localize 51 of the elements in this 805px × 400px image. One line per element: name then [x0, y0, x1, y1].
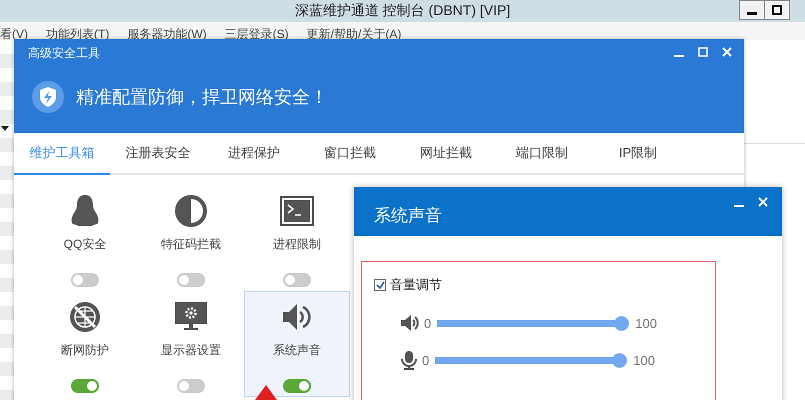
- tool-tile[interactable]: 进程限制: [244, 185, 350, 291]
- penguin-icon: [70, 194, 100, 228]
- slider-min: 0: [422, 352, 430, 368]
- tab[interactable]: 窗口拦截: [302, 133, 398, 175]
- toggle-switch[interactable]: [177, 273, 205, 287]
- tab[interactable]: 端口限制: [494, 133, 590, 175]
- tab[interactable]: IP限制: [590, 133, 686, 175]
- tool-label: 断网防护: [61, 342, 109, 359]
- slider-min: 0: [424, 316, 432, 330]
- tool-tile[interactable]: 断网防护: [32, 291, 138, 397]
- tool-tile[interactable]: 特征码拦截: [138, 185, 244, 291]
- checkbox[interactable]: [374, 279, 386, 291]
- tool-tile[interactable]: 显示器设置: [138, 291, 244, 397]
- microphone-icon: [400, 350, 418, 370]
- tab[interactable]: 进程保护: [206, 133, 302, 175]
- tab[interactable]: 网址拦截: [398, 133, 494, 175]
- toggle-switch[interactable]: [283, 379, 311, 393]
- tool-label: 特征码拦截: [161, 236, 221, 253]
- minimize-button[interactable]: [739, 0, 765, 20]
- tool-label: 进程限制: [273, 236, 321, 253]
- terminal-icon: [280, 196, 314, 226]
- monitor-gear-icon: [174, 301, 208, 333]
- toggle-switch[interactable]: [71, 273, 99, 287]
- maximize-icon: [772, 5, 782, 15]
- dialog-title: 系统声音: [374, 205, 442, 227]
- speaker-icon: [400, 314, 420, 332]
- maximize-icon[interactable]: [698, 47, 708, 57]
- window-title: 深蓝维护通道 控制台 (DBNT) [VIP]: [294, 2, 510, 20]
- tool-label: 显示器设置: [161, 342, 221, 359]
- toggle-switch[interactable]: [283, 273, 311, 287]
- toggle-switch[interactable]: [71, 379, 99, 393]
- toggle-switch[interactable]: [177, 379, 205, 393]
- arrow-annotation: [255, 385, 277, 400]
- slider-max: 100: [633, 352, 655, 368]
- contrast-icon: [174, 194, 208, 228]
- no-globe-icon: [68, 300, 102, 334]
- checkbox-label: 音量调节: [390, 276, 442, 294]
- slider-max: 100: [635, 316, 657, 330]
- tool-tile[interactable]: QQ安全: [32, 185, 138, 291]
- banner-text: 精准配置防御，捍卫网络安全！: [76, 86, 328, 109]
- tab[interactable]: 注册表安全: [110, 133, 206, 175]
- minimize-icon: [747, 12, 757, 14]
- close-icon[interactable]: [758, 197, 768, 207]
- window-title: 高级安全工具: [28, 45, 100, 62]
- tool-label: 系统声音: [273, 342, 321, 359]
- caret-icon[interactable]: [1, 126, 9, 131]
- close-icon[interactable]: [722, 47, 732, 57]
- tool-label: QQ安全: [64, 236, 106, 253]
- tool-tile[interactable]: 系统声音: [244, 291, 350, 397]
- shield-icon: [32, 81, 64, 113]
- maximize-button[interactable]: [764, 0, 790, 20]
